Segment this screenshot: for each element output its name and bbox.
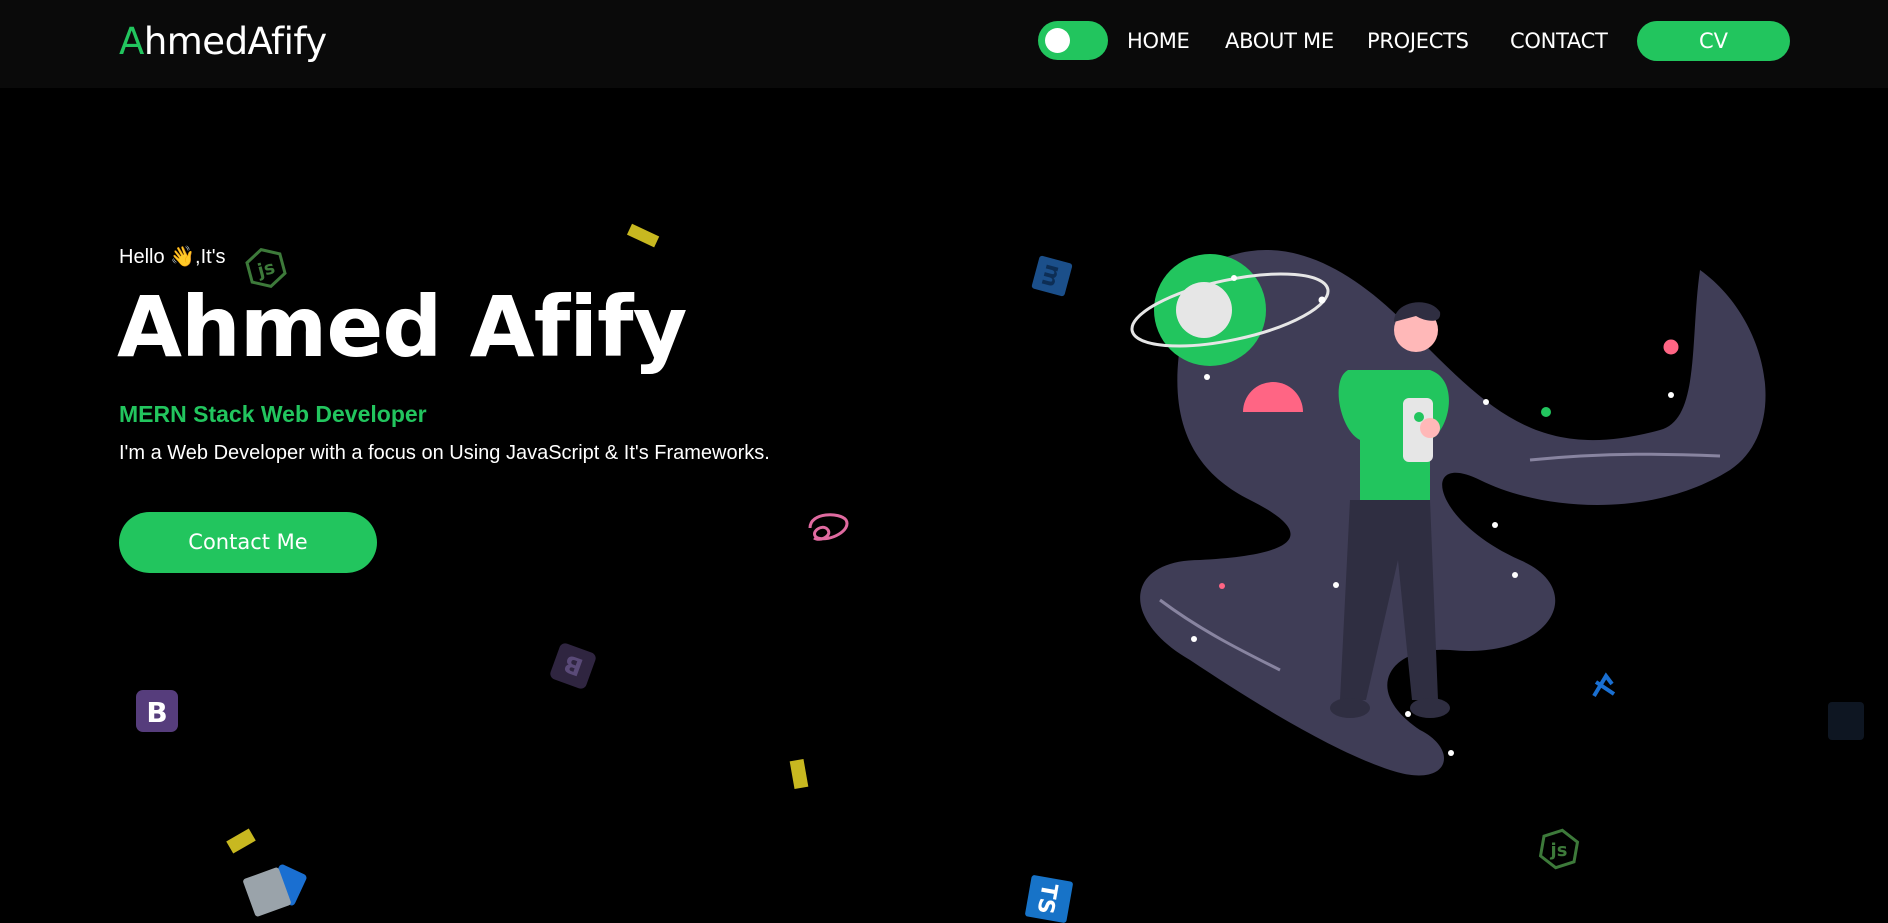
- javascript-icon-small: [789, 758, 809, 790]
- hero-role: MERN Stack Web Developer: [119, 401, 427, 427]
- nav-link-about[interactable]: ABOUT ME: [1225, 29, 1334, 53]
- theme-toggle[interactable]: [1038, 21, 1108, 60]
- bootstrap-icon: B: [136, 690, 178, 732]
- svg-text:js: js: [255, 257, 278, 282]
- hero-greeting: Hello 👋,It's: [119, 246, 226, 268]
- nodejs-icon: js: [245, 248, 287, 288]
- nav-link-home[interactable]: HOME: [1127, 29, 1190, 53]
- cv-button[interactable]: CV: [1637, 21, 1790, 61]
- logo-text: hmedAfify: [143, 20, 327, 63]
- typescript-icon: TS: [1025, 875, 1073, 923]
- svg-text:js: js: [1550, 840, 1568, 861]
- astronaut-developer-illustration: [1130, 249, 1766, 776]
- bootstrap-icon-faded: B: [550, 643, 596, 689]
- javascript-icon: [626, 223, 660, 248]
- nav-link-contact[interactable]: CONTACT: [1510, 29, 1608, 53]
- sass-icon: [808, 513, 849, 541]
- vite-icon-faded: [1828, 702, 1864, 740]
- svg-text:B: B: [146, 696, 167, 729]
- nav-link-projects[interactable]: PROJECTS: [1367, 29, 1469, 53]
- logo[interactable]: AhmedAfify: [119, 20, 327, 63]
- mongodb-icon: m: [1031, 255, 1073, 297]
- nodejs-icon-small: js: [1538, 828, 1580, 870]
- theme-toggle-knob: [1045, 28, 1070, 53]
- navbar: AhmedAfify HOME ABOUT ME PROJECTS CONTAC…: [0, 0, 1888, 88]
- hero-name: Ahmed Afify: [117, 278, 687, 376]
- logo-accent-letter: A: [119, 20, 144, 63]
- hero-description: I'm a Web Developer with a focus on Usin…: [119, 442, 770, 464]
- svg-text:TS: TS: [1032, 881, 1062, 916]
- tech-icons-cluster: [226, 828, 307, 917]
- contact-me-button[interactable]: Contact Me: [119, 512, 377, 573]
